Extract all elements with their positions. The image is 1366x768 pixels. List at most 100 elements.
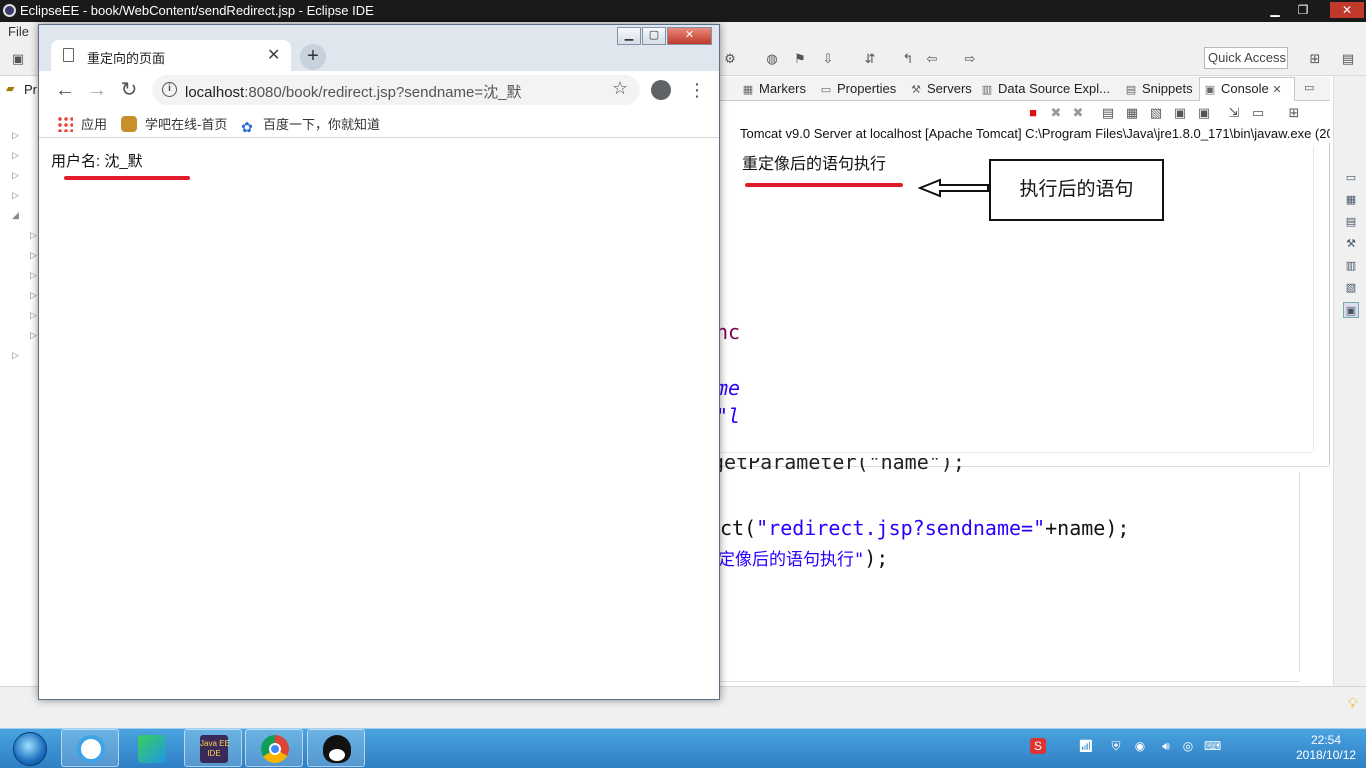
close-icon[interactable]: ✕ bbox=[1330, 2, 1364, 18]
jsp-editor[interactable] bbox=[720, 466, 1330, 686]
tree-expand-icon[interactable]: ▷ bbox=[30, 230, 37, 241]
globe-icon[interactable]: ◍ bbox=[764, 51, 780, 67]
markers-icon: ▦ bbox=[742, 84, 754, 96]
open-type-icon[interactable]: ⇩ bbox=[820, 51, 836, 67]
back-icon[interactable]: ⇦ bbox=[924, 51, 940, 67]
servers-icon[interactable]: ⚒ bbox=[1343, 236, 1359, 252]
restore-view-icon[interactable]: ▭ bbox=[1343, 170, 1359, 186]
console-output-line: 重定像后的语句执行 bbox=[742, 156, 887, 173]
menu-file[interactable]: File bbox=[8, 24, 29, 39]
remove-launch-icon[interactable]: ✖ bbox=[1048, 105, 1064, 121]
console-toolbar: ■ ✖ ✖ ▤ ▦ ▧ ▣ ▣ ⇲ ▭ ⊞ bbox=[720, 101, 1330, 125]
new-tab-button[interactable]: + bbox=[300, 44, 326, 70]
bookmark-baidu[interactable]: ✿ 百度一下，你就知道 bbox=[239, 114, 380, 135]
tree-expand-icon[interactable]: ▷ bbox=[30, 290, 37, 301]
debug-icon[interactable]: ⚙ bbox=[722, 51, 738, 67]
site-info-icon[interactable]: i bbox=[162, 82, 177, 97]
tray-clock[interactable]: 22:54 2018/10/12 bbox=[1296, 733, 1356, 763]
reload-icon[interactable]: ↻ bbox=[117, 78, 141, 102]
open-perspective-icon[interactable]: ⊞ bbox=[1307, 51, 1323, 67]
task-list-icon[interactable]: ▤ bbox=[1343, 214, 1359, 230]
clear-console-icon[interactable]: ▤ bbox=[1100, 105, 1116, 121]
tab-markers[interactable]: ▦ Markers bbox=[741, 81, 806, 96]
display-console-icon[interactable]: ▭ bbox=[1250, 105, 1266, 121]
page-highlight-underline bbox=[64, 176, 190, 180]
show-on-stdout-icon[interactable]: ▣ bbox=[1172, 105, 1188, 121]
snippets-icon: ▤ bbox=[1125, 84, 1137, 96]
show-on-stderr-icon[interactable]: ▣ bbox=[1196, 105, 1212, 121]
bookmark-xueba[interactable]: 学吧在线-首页 bbox=[121, 114, 227, 133]
project-explorer-tab[interactable]: ▰ Pr bbox=[0, 78, 40, 100]
tab-servers[interactable]: ⚒ Servers bbox=[909, 81, 972, 96]
tab-console[interactable]: ▣ Console ✕ bbox=[1203, 81, 1282, 96]
tree-expand-icon[interactable]: ▷ bbox=[30, 330, 37, 341]
tree-expand-icon[interactable]: ▷ bbox=[12, 150, 19, 161]
taskbar-qq[interactable] bbox=[307, 729, 365, 767]
run-config-icon[interactable]: ⚑ bbox=[792, 51, 808, 67]
baidu-paw-icon: ✿ bbox=[241, 119, 253, 135]
lightbulb-icon[interactable]: 💡︎ bbox=[1348, 695, 1358, 712]
open-console-icon[interactable]: ⊞ bbox=[1286, 105, 1302, 121]
minimize-icon[interactable]: ▁ bbox=[1262, 2, 1288, 18]
browser-tab[interactable]: 重定向的页面 ✕ bbox=[51, 40, 291, 72]
security-shield-icon[interactable]: ⛨ bbox=[1108, 738, 1124, 754]
taskbar-chrome[interactable] bbox=[245, 729, 303, 767]
perspective-jee-icon[interactable]: ▤ bbox=[1340, 51, 1356, 67]
console-icon[interactable]: ▣ bbox=[1343, 302, 1359, 318]
network-icon[interactable]: 📶︎ bbox=[1078, 738, 1094, 754]
minimize-view-icon[interactable]: ▭ bbox=[1304, 81, 1314, 94]
web-page-content bbox=[39, 139, 719, 699]
forward-icon[interactable]: → bbox=[85, 78, 109, 102]
tray-app-icon[interactable]: S bbox=[1030, 738, 1046, 754]
taskbar-internet-explorer[interactable] bbox=[61, 729, 119, 767]
last-edit-icon[interactable]: ↰ bbox=[900, 51, 916, 67]
forward-icon[interactable]: ⇨ bbox=[962, 51, 978, 67]
tree-expand-icon[interactable]: ▷ bbox=[30, 310, 37, 321]
bookmark-apps[interactable]: 应用 bbox=[57, 114, 107, 133]
close-tab-icon[interactable]: ✕ bbox=[267, 45, 280, 65]
taskbar-media-player[interactable] bbox=[122, 729, 180, 767]
restore-icon[interactable]: ❐ bbox=[1290, 2, 1316, 18]
tab-data-source-explorer[interactable]: ▥ Data Source Expl... bbox=[980, 81, 1110, 96]
profile-avatar-icon[interactable] bbox=[651, 80, 671, 100]
console-launch-header: Tomcat v9.0 Server at localhost [Apache … bbox=[740, 126, 1330, 141]
chrome-minimize-icon[interactable]: ▁ bbox=[617, 27, 641, 45]
word-wrap-icon[interactable]: ▧ bbox=[1148, 105, 1164, 121]
address-bar[interactable]: i localhost:8080/book/redirect.jsp?sendn… bbox=[152, 75, 640, 105]
data-source-icon[interactable]: ▥ bbox=[1343, 258, 1359, 274]
chrome-menu-icon[interactable]: ⋮ bbox=[688, 80, 706, 100]
chrome-close-icon[interactable]: ✕ bbox=[667, 27, 712, 45]
tree-expand-icon[interactable]: ▷ bbox=[12, 130, 19, 141]
snippets-icon[interactable]: ▧ bbox=[1343, 280, 1359, 296]
volume-icon[interactable]: 🔊︎ bbox=[1158, 738, 1174, 754]
tab-snippets[interactable]: ▤ Snippets bbox=[1124, 81, 1193, 96]
next-annotation-icon[interactable]: ⇵ bbox=[862, 51, 878, 67]
new-icon[interactable]: ▣ bbox=[10, 51, 26, 67]
terminate-icon[interactable]: ■ bbox=[1025, 105, 1041, 121]
data-source-icon: ▥ bbox=[981, 84, 993, 96]
taskbar-java-ee-ide[interactable]: Java EE IDE bbox=[184, 729, 242, 767]
start-button[interactable] bbox=[4, 729, 56, 767]
editor-vertical-scrollbar[interactable] bbox=[1299, 472, 1316, 672]
tree-collapse-icon[interactable]: ◢ bbox=[12, 210, 19, 221]
tree-expand-icon[interactable]: ▷ bbox=[12, 170, 19, 181]
bookmark-star-icon[interactable]: ☆ bbox=[612, 78, 628, 99]
scroll-lock-icon[interactable]: ▦ bbox=[1124, 105, 1140, 121]
tree-expand-icon[interactable]: ▷ bbox=[12, 350, 19, 361]
chrome-maximize-icon[interactable]: ▢ bbox=[642, 27, 666, 45]
outline-icon[interactable]: ▦ bbox=[1343, 192, 1359, 208]
back-icon[interactable]: ← bbox=[53, 78, 77, 102]
package-explorer: ▷ ▷ ▷ ▷ ◢ ▷ ▷ ▷ ▷ ▷ ▷ ▷ bbox=[0, 76, 40, 686]
weibo-icon[interactable]: ◉ bbox=[1132, 738, 1148, 754]
tab-properties[interactable]: ▭ Properties bbox=[819, 81, 896, 96]
input-method-icon[interactable]: ⌨ bbox=[1204, 738, 1221, 754]
tree-expand-icon[interactable]: ▷ bbox=[30, 250, 37, 261]
close-tab-icon[interactable]: ✕ bbox=[1272, 84, 1281, 96]
tree-expand-icon[interactable]: ▷ bbox=[12, 190, 19, 201]
quick-access-field[interactable]: Quick Access bbox=[1204, 47, 1288, 69]
remove-all-icon[interactable]: ✖ bbox=[1070, 105, 1086, 121]
console-vertical-scrollbar[interactable] bbox=[1313, 146, 1328, 451]
tree-expand-icon[interactable]: ▷ bbox=[30, 270, 37, 281]
tray-status-icon[interactable]: ◎ bbox=[1180, 738, 1196, 754]
pin-console-icon[interactable]: ⇲ bbox=[1226, 105, 1242, 121]
